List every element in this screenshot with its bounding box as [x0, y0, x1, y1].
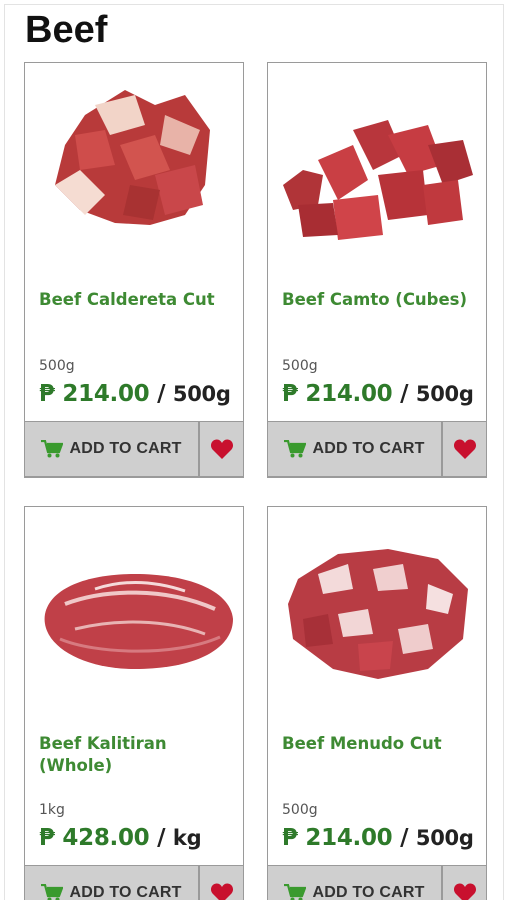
price-unit: kg [172, 826, 202, 850]
add-to-cart-button[interactable]: ADD TO CART [267, 421, 442, 477]
product-weight: 500g [39, 358, 75, 374]
add-to-cart-button[interactable]: ADD TO CART [267, 865, 442, 900]
product-card[interactable]: Beef Kalitiran (Whole) 1kg ₱ 428.00 / kg… [24, 506, 244, 900]
cart-icon [41, 884, 64, 900]
add-to-cart-label: ADD TO CART [69, 440, 182, 457]
beef-whole-image [44, 574, 233, 669]
price-unit: 500g [415, 826, 474, 850]
heart-icon [453, 883, 476, 900]
product-name[interactable]: Beef Kalitiran (Whole) [39, 733, 235, 777]
price-separator: / [157, 381, 166, 407]
product-price: ₱ 428.00 / kg [39, 825, 202, 851]
price-value: ₱ 214.00 [282, 825, 393, 851]
product-weight: 500g [282, 802, 318, 818]
price-unit: 500g [172, 382, 231, 406]
add-to-cart-label: ADD TO CART [312, 440, 425, 457]
beef-cubes-image [283, 120, 473, 240]
price-unit: 500g [415, 382, 474, 406]
add-to-cart-label: ADD TO CART [312, 884, 425, 900]
add-to-cart-button[interactable]: ADD TO CART [24, 865, 199, 900]
product-price: ₱ 214.00 / 500g [282, 825, 474, 851]
cart-icon [284, 884, 307, 900]
price-separator: / [400, 825, 409, 851]
product-price: ₱ 214.00 / 500g [282, 381, 474, 407]
price-value: ₱ 214.00 [39, 381, 150, 407]
product-name[interactable]: Beef Camto (Cubes) [282, 289, 478, 311]
favorite-button[interactable] [442, 421, 487, 477]
section-title: Beef [25, 9, 108, 51]
price-value: ₱ 428.00 [39, 825, 150, 851]
add-to-cart-button[interactable]: ADD TO CART [24, 421, 199, 477]
favorite-button[interactable] [199, 421, 244, 477]
product-name[interactable]: Beef Menudo Cut [282, 733, 478, 755]
cart-icon [284, 440, 307, 458]
heart-icon [453, 439, 476, 459]
product-price: ₱ 214.00 / 500g [39, 381, 231, 407]
price-separator: / [157, 825, 166, 851]
product-card[interactable]: Beef Caldereta Cut 500g ₱ 214.00 / 500g … [24, 62, 244, 478]
product-card[interactable]: Beef Menudo Cut 500g ₱ 214.00 / 500g ADD… [267, 506, 487, 900]
product-weight: 500g [282, 358, 318, 374]
cart-icon [41, 440, 64, 458]
add-to-cart-label: ADD TO CART [69, 884, 182, 900]
product-card[interactable]: Beef Camto (Cubes) 500g ₱ 214.00 / 500g … [267, 62, 487, 478]
favorite-button[interactable] [442, 865, 487, 900]
product-list-page: Beef Beef Caldereta Cut 500g ₱ 214.00 / … [4, 4, 504, 900]
price-separator: / [400, 381, 409, 407]
price-value: ₱ 214.00 [282, 381, 393, 407]
beef-menudo-image [288, 549, 468, 679]
beef-chunks-image [55, 90, 210, 225]
heart-icon [210, 439, 233, 459]
product-weight: 1kg [39, 802, 65, 818]
favorite-button[interactable] [199, 865, 244, 900]
heart-icon [210, 883, 233, 900]
product-name[interactable]: Beef Caldereta Cut [39, 289, 235, 311]
